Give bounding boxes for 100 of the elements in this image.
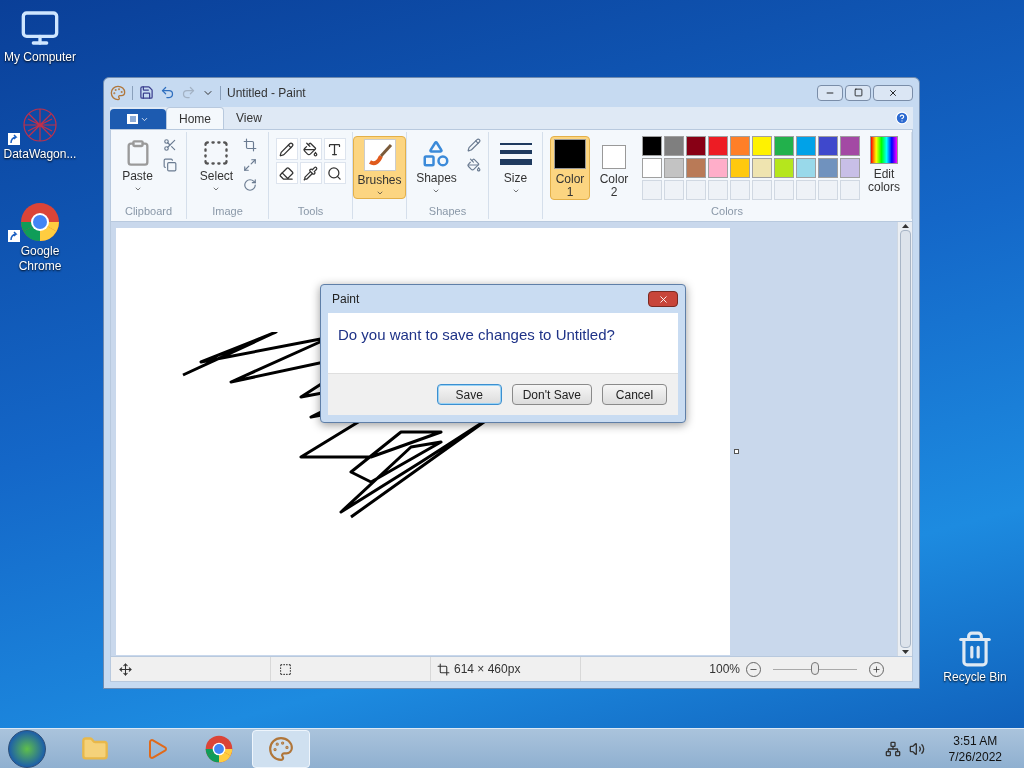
caret-icon	[432, 187, 441, 195]
palette-swatch[interactable]	[664, 136, 684, 156]
paint-icon	[268, 735, 294, 762]
chrome-icon	[205, 734, 233, 763]
desktop-icon-label[interactable]: Google Chrome	[0, 244, 80, 274]
palette-swatch[interactable]	[642, 136, 662, 156]
palette-swatch[interactable]	[642, 158, 662, 178]
vertical-scrollbar[interactable]	[897, 222, 912, 656]
pencil-icon[interactable]	[275, 138, 298, 160]
brushes-tool-icon	[363, 139, 396, 171]
size-button[interactable]: Size	[495, 136, 536, 197]
desktop-icon-label[interactable]: DataWagon...	[3, 147, 77, 162]
palette-swatch[interactable]	[708, 158, 728, 178]
caret-icon	[511, 187, 520, 195]
palette-swatch[interactable]	[840, 136, 860, 156]
window-title: Untitled - Paint	[227, 84, 306, 102]
scroll-up-icon[interactable]	[901, 224, 909, 228]
dialog-title: Paint	[332, 291, 360, 308]
save-icon[interactable]	[139, 85, 154, 100]
zoom-slider[interactable]	[773, 661, 857, 677]
close-icon	[657, 293, 669, 305]
clock-time[interactable]: 3:51 AM	[953, 732, 998, 749]
custom-color-slot[interactable]	[708, 180, 728, 200]
dialog-button[interactable]: Cancel	[602, 384, 667, 405]
zoom-level: 100%	[709, 661, 740, 678]
network-icon[interactable]	[884, 740, 901, 757]
start-button[interactable]	[8, 729, 46, 768]
select-button[interactable]: Select	[195, 136, 238, 195]
minimize-button[interactable]	[817, 84, 843, 101]
palette-swatch[interactable]	[708, 136, 728, 156]
custom-color-slot[interactable]	[774, 180, 794, 200]
ribbon-tab[interactable]: View	[224, 107, 274, 129]
palette-swatch[interactable]	[818, 158, 838, 178]
undo-icon[interactable]	[160, 85, 175, 100]
caret-icon	[375, 189, 384, 197]
selection-size-icon	[279, 662, 292, 676]
zoom-slider-thumb[interactable]	[811, 662, 819, 675]
taskbar-button[interactable]	[252, 729, 310, 768]
shapes-button[interactable]: Shapes	[412, 136, 461, 197]
dialog-button[interactable]: Save	[436, 384, 502, 405]
help-icon[interactable]	[895, 111, 909, 125]
color-selector[interactable]: Color 2	[594, 136, 634, 200]
palette-swatch[interactable]	[796, 158, 816, 178]
resize-handle-icon[interactable]	[734, 449, 739, 454]
eraser-icon[interactable]	[275, 162, 298, 184]
ribbon-tab[interactable]: Home	[166, 107, 224, 129]
maximize-button[interactable]	[845, 84, 871, 101]
custom-color-slot[interactable]	[686, 180, 706, 200]
custom-color-slot[interactable]	[642, 180, 662, 200]
color-picker-icon[interactable]	[299, 162, 322, 184]
close-button[interactable]	[648, 291, 678, 307]
palette-swatch[interactable]	[840, 158, 860, 178]
palette-swatch[interactable]	[774, 136, 794, 156]
network-icon	[20, 105, 60, 145]
palette-swatch[interactable]	[730, 158, 750, 178]
palette-swatch[interactable]	[730, 136, 750, 156]
palette-swatch[interactable]	[774, 158, 794, 178]
menu-icon	[127, 114, 138, 124]
custom-color-slot[interactable]	[818, 180, 838, 200]
paint-app-icon[interactable]	[110, 84, 126, 101]
dialog-button[interactable]: Don't Save	[511, 384, 592, 405]
file-menu-button[interactable]	[110, 109, 166, 129]
group-label: Clipboard	[123, 204, 174, 219]
redo-icon[interactable]	[181, 85, 196, 100]
fill-bucket-icon[interactable]	[299, 138, 322, 160]
desktop-icon-label[interactable]: My Computer	[4, 50, 76, 65]
chrome-icon	[20, 202, 60, 242]
color-selector[interactable]: Color 1	[550, 136, 590, 200]
palette-swatch[interactable]	[752, 136, 772, 156]
plus-icon	[872, 664, 881, 674]
caret-icon	[133, 185, 142, 193]
paste-button[interactable]: Paste	[118, 136, 157, 195]
brushes-button[interactable]: Brushes	[353, 136, 406, 199]
desktop-icon-label[interactable]: Recycle Bin	[943, 670, 1007, 685]
group-label: Shapes	[427, 204, 468, 219]
folder-icon	[81, 734, 109, 763]
custom-color-slot[interactable]	[840, 180, 860, 200]
recycle-bin-icon	[956, 630, 994, 668]
select-tool-icon	[202, 139, 231, 167]
palette-swatch[interactable]	[686, 136, 706, 156]
custom-color-slot[interactable]	[796, 180, 816, 200]
group-label: Tools	[296, 204, 325, 219]
canvas-size-icon	[437, 662, 450, 676]
scroll-down-icon[interactable]	[901, 650, 909, 654]
custom-color-slot[interactable]	[730, 180, 750, 200]
volume-icon[interactable]	[908, 740, 925, 757]
canvas-dimensions: 614 × 460px	[454, 661, 521, 678]
palette-swatch[interactable]	[664, 158, 684, 178]
magnifier-icon[interactable]	[323, 162, 346, 184]
text-tool-icon[interactable]	[323, 138, 346, 160]
palette-swatch[interactable]	[796, 136, 816, 156]
palette-swatch[interactable]	[686, 158, 706, 178]
fill-icon[interactable]	[464, 156, 483, 174]
edit-colors-button[interactable]: Edit colors	[864, 136, 904, 194]
custom-color-slot[interactable]	[752, 180, 772, 200]
palette-swatch[interactable]	[818, 136, 838, 156]
custom-color-slot[interactable]	[664, 180, 684, 200]
clock-date[interactable]: 7/26/2022	[948, 748, 1002, 765]
maximize-icon	[853, 88, 863, 97]
palette-swatch[interactable]	[752, 158, 772, 178]
